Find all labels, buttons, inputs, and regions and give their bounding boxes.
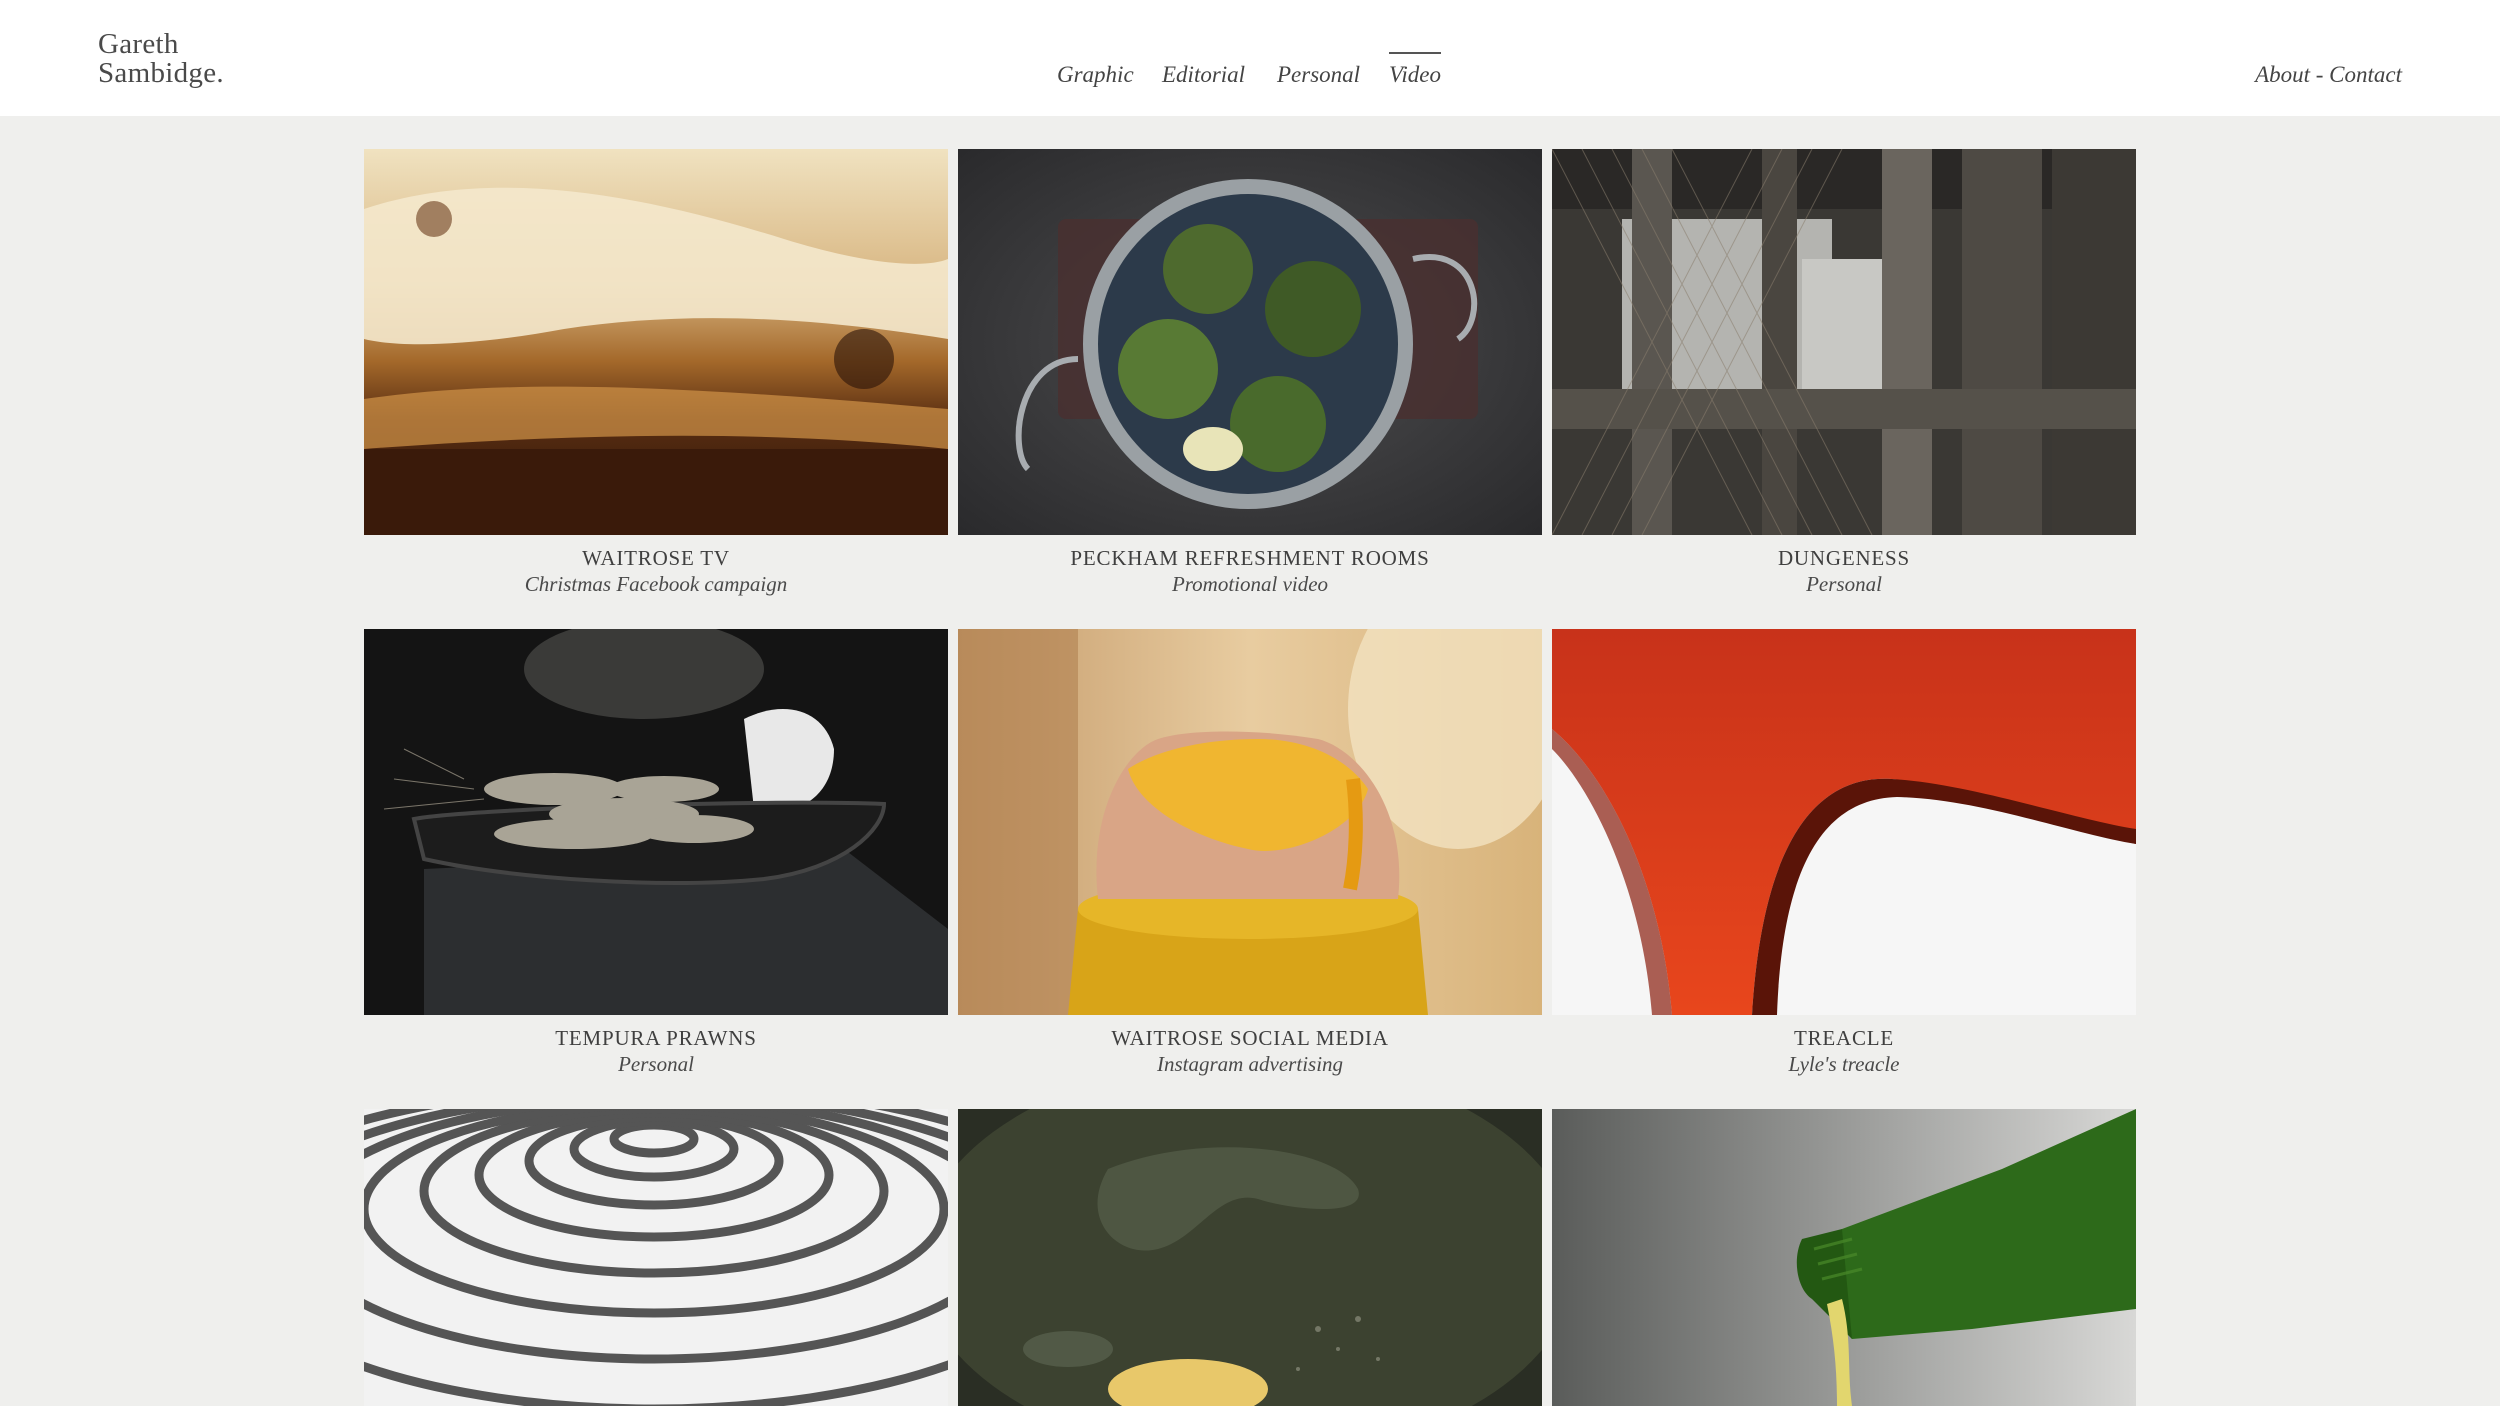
project-subtitle: Instagram advertising (1156, 1052, 1344, 1076)
project-thumbnail[interactable] (958, 149, 1542, 535)
project-thumbnail[interactable] (958, 629, 1542, 1015)
nav-personal[interactable]: Personal (1277, 62, 1360, 88)
site-header: Gareth Sambidge. Graphic Editorial Perso… (0, 0, 2500, 116)
project-title: PECKHAM REFRESHMENT ROOMS (1070, 546, 1430, 570)
project-caption: PECKHAM REFRESHMENT ROOMS Promotional vi… (958, 545, 1542, 597)
project-thumbnail[interactable] (364, 629, 948, 1015)
project-thumbnail[interactable] (364, 1109, 948, 1406)
project-subtitle: Personal (618, 1052, 694, 1076)
project-caption: DUNGENESS Personal (1552, 545, 2136, 597)
project-subtitle: Personal (1806, 572, 1882, 596)
nav-editorial[interactable]: Editorial (1162, 62, 1245, 88)
project-subtitle: Christmas Facebook campaign (524, 572, 788, 596)
nav-graphic[interactable]: Graphic (1057, 62, 1134, 88)
project-subtitle: Lyle's treacle (1788, 1052, 1900, 1076)
project-thumbnail[interactable] (1552, 149, 2136, 535)
project-thumbnail[interactable] (958, 1109, 1542, 1406)
project-caption: WAITROSE SOCIAL MEDIA Instagram advertis… (958, 1025, 1542, 1077)
project-title: TREACLE (1793, 1026, 1895, 1050)
project-title: DUNGENESS (1777, 546, 1911, 570)
project-thumbnail[interactable] (1552, 1109, 2136, 1406)
about-contact-link[interactable]: About - Contact (2255, 62, 2402, 88)
project-title: TEMPURA PRAWNS (555, 1026, 757, 1050)
project-title: WAITROSE SOCIAL MEDIA (1111, 1026, 1389, 1050)
project-thumbnail[interactable] (1552, 629, 2136, 1015)
main-nav: Graphic Editorial Personal Video (0, 52, 2500, 102)
project-caption: WAITROSE TV Christmas Facebook campaign (364, 545, 948, 597)
project-subtitle: Promotional video (1171, 572, 1329, 596)
project-caption: TREACLE Lyle's treacle (1552, 1025, 2136, 1077)
nav-video[interactable]: Video (1389, 52, 1441, 88)
project-caption: TEMPURA PRAWNS Personal (364, 1025, 948, 1077)
project-thumbnail[interactable] (364, 149, 948, 535)
project-title: WAITROSE TV (582, 546, 730, 570)
